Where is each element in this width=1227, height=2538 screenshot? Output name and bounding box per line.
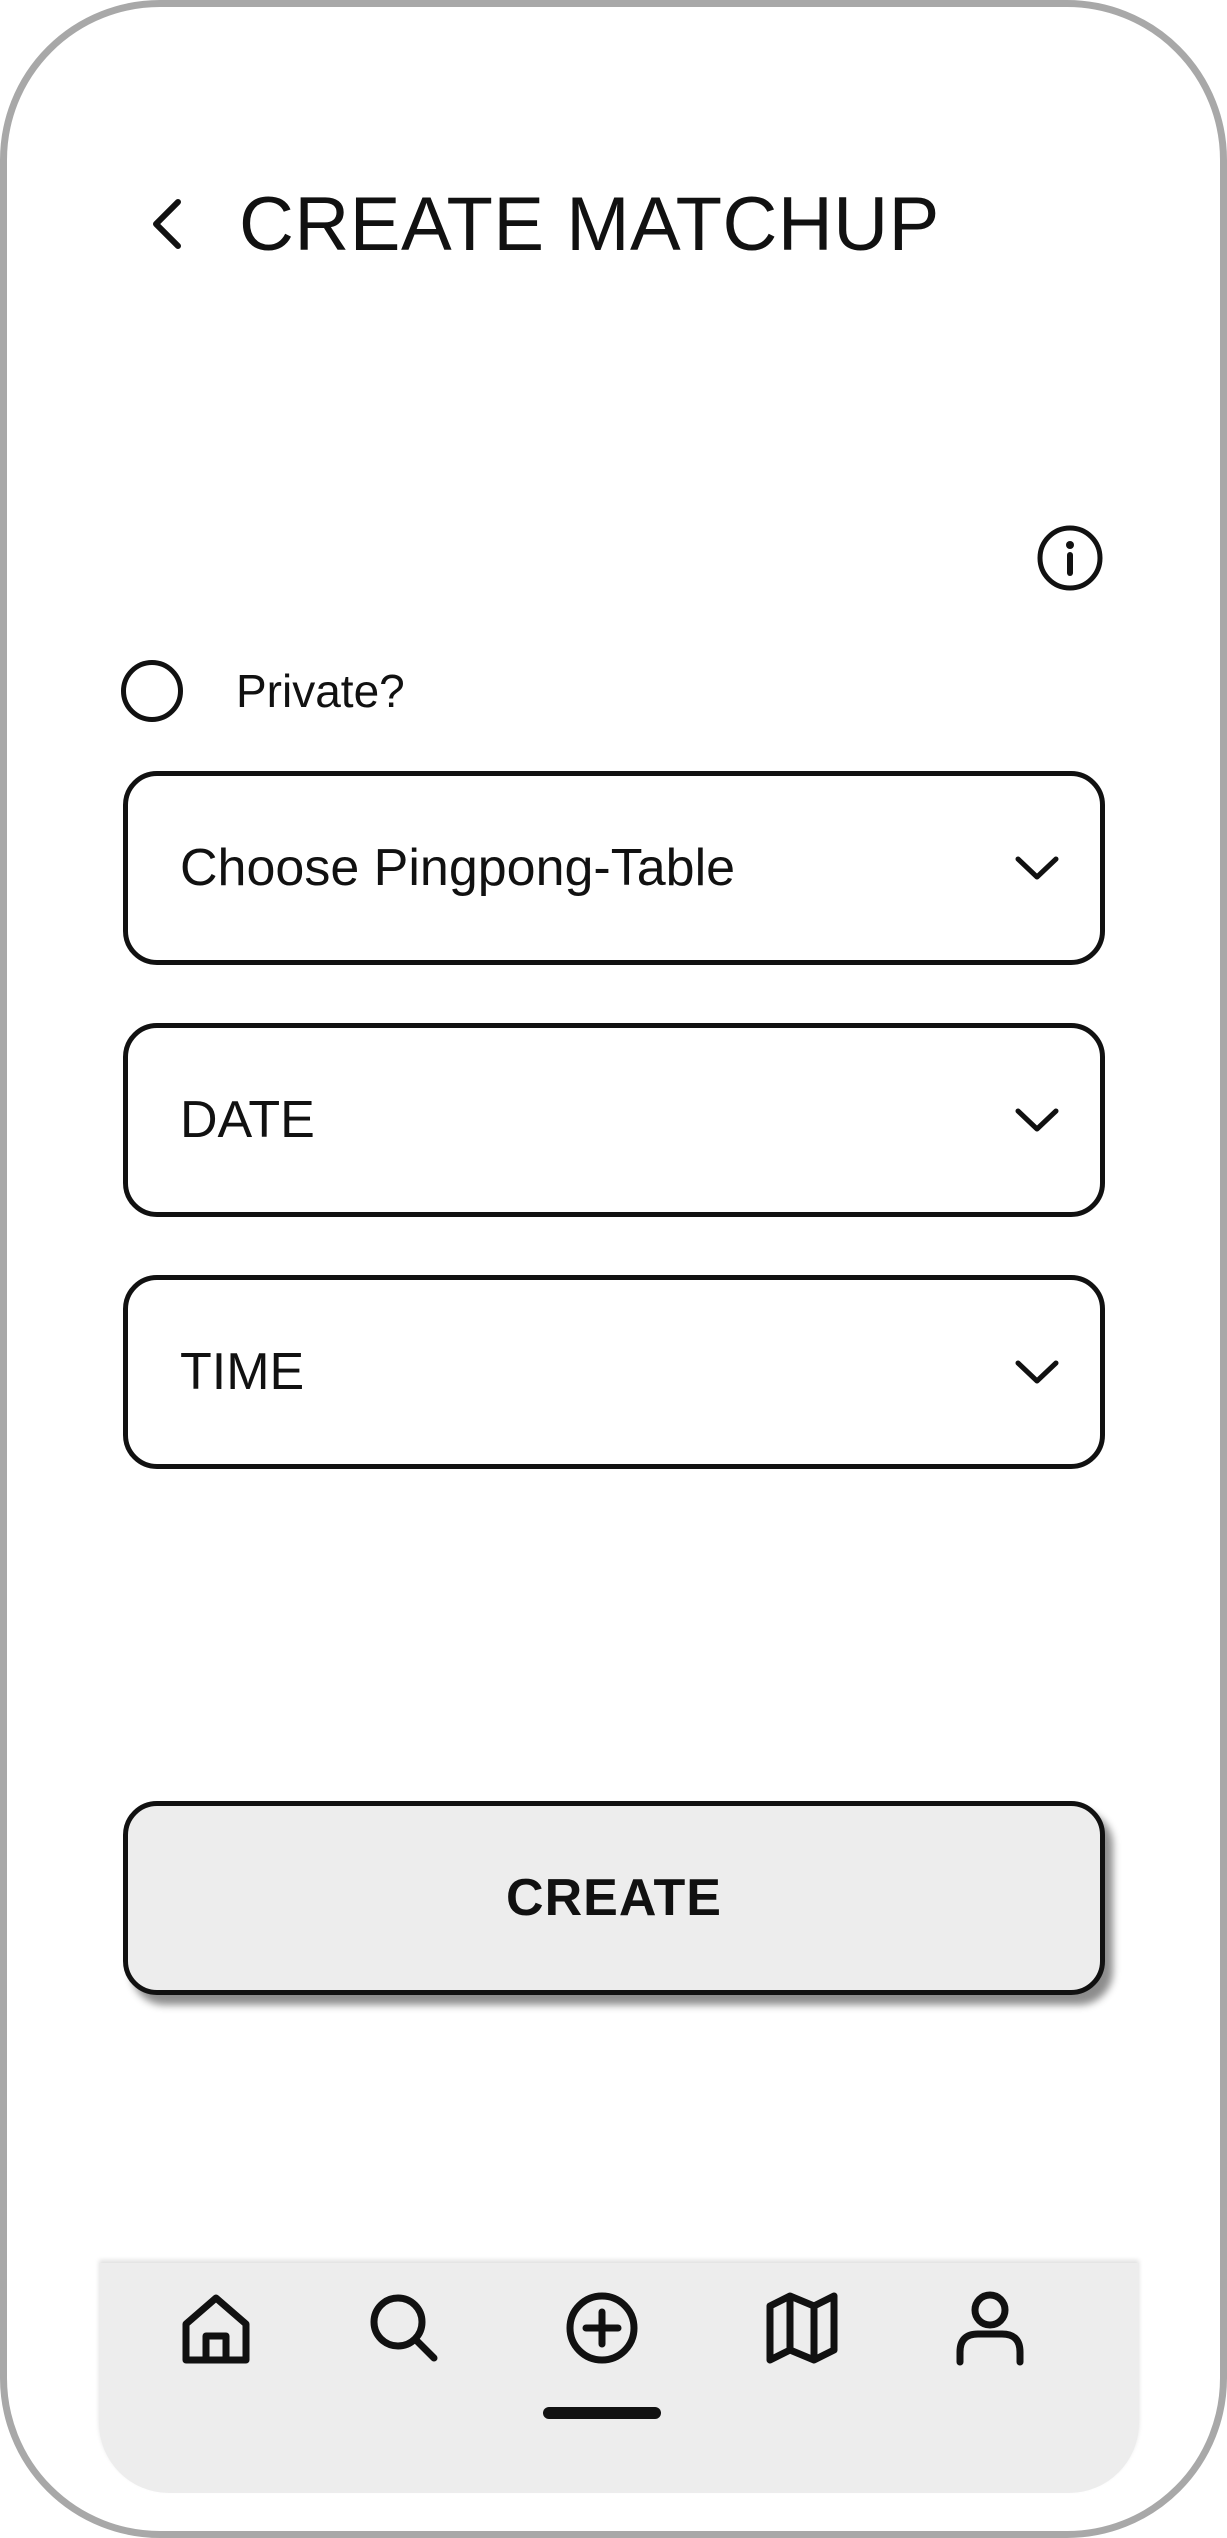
back-button[interactable] (135, 187, 197, 261)
map-icon (766, 2292, 838, 2364)
create-button[interactable]: CREATE (123, 1801, 1105, 1995)
nav-create[interactable] (557, 2283, 647, 2373)
nav-map[interactable] (757, 2283, 847, 2373)
private-toggle[interactable]: Private? (121, 655, 405, 727)
chevron-down-icon (1015, 1108, 1059, 1132)
home-icon (182, 2294, 250, 2364)
date-select[interactable]: DATE (123, 1023, 1105, 1217)
nav-home[interactable] (171, 2283, 261, 2373)
private-label: Private? (236, 665, 405, 717)
nav-profile[interactable] (945, 2283, 1035, 2373)
bottom-nav (99, 2263, 1139, 2493)
time-select-value: TIME (180, 1343, 305, 1401)
table-select-value: Choose Pingpong-Table (180, 839, 736, 897)
phone-frame: CREATE MATCHUP Private? Choose Pingpong-… (0, 0, 1227, 2538)
chevron-left-icon (153, 199, 181, 249)
nav-search[interactable] (359, 2283, 449, 2373)
search-icon (370, 2294, 438, 2362)
user-icon (956, 2291, 1024, 2366)
info-icon (1037, 525, 1103, 591)
chevron-down-icon (1015, 856, 1059, 880)
add-circle-icon (566, 2292, 638, 2364)
info-button[interactable] (1035, 523, 1105, 593)
private-radio[interactable] (121, 660, 183, 722)
page-title: CREATE MATCHUP (239, 182, 940, 267)
table-select[interactable]: Choose Pingpong-Table (123, 771, 1105, 965)
chevron-down-icon (1015, 1360, 1059, 1384)
time-select[interactable]: TIME (123, 1275, 1105, 1469)
active-tab-indicator (543, 2407, 661, 2419)
date-select-value: DATE (180, 1091, 315, 1149)
